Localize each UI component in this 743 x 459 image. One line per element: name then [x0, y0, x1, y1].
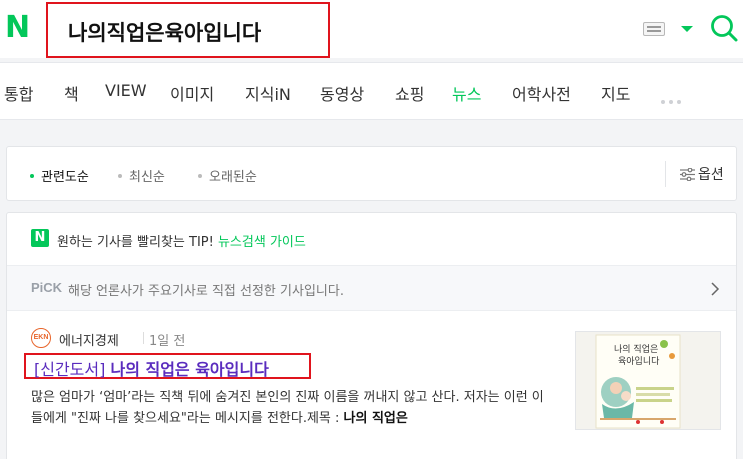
tab-news[interactable]: 뉴스: [452, 81, 481, 105]
search-tabs: 통합 책 VIEW 이미지 지식iN 동영상 쇼핑 뉴스 어학사전 지도: [0, 62, 743, 120]
chevron-right-icon[interactable]: [710, 282, 720, 296]
bullet-icon: [30, 173, 34, 178]
pick-banner[interactable]: PiCK 해당 언론사가 주요기사로 직접 선정한 기사입니다.: [7, 265, 736, 311]
chevron-down-icon[interactable]: [681, 26, 693, 32]
bullet-icon: [118, 173, 122, 178]
headline-highlight: [신간도서] 나의 직업은 육아입니다: [24, 353, 311, 379]
tab-dictionary[interactable]: 어학사전: [512, 81, 571, 105]
tab-knowledge-in[interactable]: 지식iN: [245, 81, 291, 105]
news-results: N 원하는 기사를 빨리찾는 TIP! 뉴스검색 가이드 PiCK 해당 언론사…: [6, 212, 737, 459]
sort-latest[interactable]: 최신순: [118, 166, 165, 185]
divider: [665, 161, 666, 187]
article-snippet[interactable]: 많은 엄마가 ‘엄마’라는 직책 뒤에 숨겨진 본인의 진짜 이름을 꺼내지 않…: [31, 387, 551, 429]
article-time: 1일 전: [149, 334, 186, 349]
tab-books[interactable]: 책: [64, 81, 79, 105]
sort-oldest[interactable]: 오래된순: [198, 166, 257, 185]
tab-images[interactable]: 이미지: [170, 81, 214, 105]
search-input[interactable]: 나의직업은육아입니다: [46, 2, 330, 58]
divider: [143, 332, 144, 344]
tab-view[interactable]: VIEW: [105, 81, 147, 100]
article-thumbnail[interactable]: 나의 직업은 육아입니다: [575, 331, 721, 430]
search-query-text: 나의직업은육아입니다: [68, 21, 262, 45]
tab-integrated[interactable]: 통합: [4, 81, 33, 105]
search-tip: N 원하는 기사를 빨리찾는 TIP! 뉴스검색 가이드: [7, 213, 736, 265]
sliders-icon: [680, 167, 695, 181]
pick-label: PiCK: [31, 280, 63, 295]
bullet-icon: [198, 173, 202, 178]
press-name[interactable]: 에너지경제: [59, 330, 119, 349]
tip-text: 원하는 기사를 빨리찾는 TIP!: [57, 235, 214, 250]
more-tabs-icon[interactable]: [661, 89, 685, 108]
naver-logo[interactable]: N: [5, 10, 30, 45]
press-logo[interactable]: EKN: [31, 328, 51, 348]
options-button[interactable]: 옵션: [680, 164, 724, 184]
search-header: N 나의직업은육아입니다: [0, 0, 743, 58]
tab-video[interactable]: 동영상: [320, 81, 364, 105]
thumbnail-title-2: 육아입니다: [618, 357, 660, 367]
pick-description: 해당 언론사가 주요기사로 직접 선정한 기사입니다.: [68, 284, 344, 299]
sort-bar: 관련도순 최신순 오래된순 옵션: [6, 146, 737, 201]
tab-shopping[interactable]: 쇼핑: [395, 81, 424, 105]
keyboard-icon[interactable]: [643, 22, 665, 36]
naver-badge-icon: N: [31, 229, 49, 247]
search-icon[interactable]: [709, 13, 739, 43]
tab-map[interactable]: 지도: [601, 81, 630, 105]
article-headline[interactable]: [신간도서] 나의 직업은 육아입니다: [34, 356, 269, 380]
news-search-guide-link[interactable]: 뉴스검색 가이드: [218, 235, 306, 250]
sort-relevance[interactable]: 관련도순: [30, 166, 89, 185]
